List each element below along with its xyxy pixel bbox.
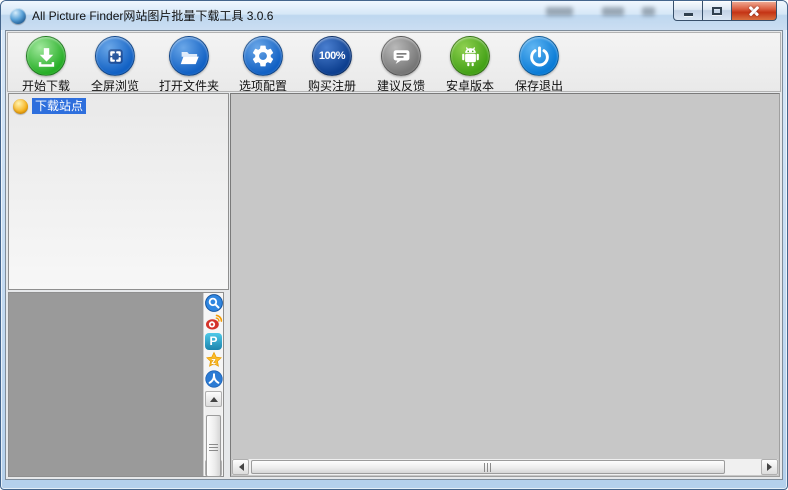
- pengyou-icon[interactable]: P: [205, 332, 223, 350]
- client-area: 开始下载 全屏浏览 打开文件夹: [5, 30, 783, 480]
- toolbar-button-android-version[interactable]: 安卓版本: [438, 36, 502, 94]
- scroll-left-button[interactable]: [232, 459, 249, 475]
- minimize-button[interactable]: [673, 1, 703, 21]
- renren-icon[interactable]: [205, 370, 223, 388]
- toolbar-button-label: 全屏浏览: [91, 77, 139, 94]
- gear-icon: [243, 36, 283, 76]
- vertical-scrollbar-track[interactable]: [205, 407, 222, 460]
- blurred-artifact: [642, 7, 655, 16]
- maximize-icon: [712, 7, 722, 15]
- toolbar-button-feedback[interactable]: 建议反馈: [369, 36, 433, 94]
- percent-badge-text: 100%: [319, 50, 345, 62]
- search-icon[interactable]: [205, 294, 223, 312]
- window-title: All Picture Finder网站图片批量下载工具 3.0.6: [32, 7, 273, 24]
- preview-canvas: [9, 293, 203, 476]
- weibo-icon[interactable]: [205, 313, 223, 331]
- vertical-scrollbar[interactable]: [205, 391, 222, 476]
- fullscreen-icon: [95, 36, 135, 76]
- app-window: All Picture Finder网站图片批量下载工具 3.0.6: [0, 0, 788, 490]
- horizontal-scrollbar-track[interactable]: [250, 459, 760, 475]
- toolbar-button-label: 打开文件夹: [159, 77, 219, 94]
- social-icon-strip: P z: [203, 293, 223, 476]
- site-tree-panel: 下载站点: [8, 93, 229, 290]
- close-icon: [748, 5, 761, 16]
- toolbar-button-fullscreen-browse[interactable]: 全屏浏览: [83, 36, 147, 94]
- preview-panel: P z: [8, 292, 224, 477]
- toolbar-button-label: 开始下载: [22, 77, 70, 94]
- qzone-icon-letter: z: [211, 356, 216, 366]
- toolbar-button-label: 购买注册: [308, 77, 356, 94]
- toolbar-button-options[interactable]: 选项配置: [231, 36, 295, 94]
- android-icon: [450, 36, 490, 76]
- scroll-up-button[interactable]: [205, 391, 222, 407]
- download-icon: [26, 36, 66, 76]
- browser-viewport: [230, 93, 780, 477]
- maximize-button[interactable]: [702, 1, 732, 21]
- scroll-right-button[interactable]: [761, 459, 778, 475]
- minimize-icon: [684, 13, 693, 16]
- tree-item-label: 下载站点: [32, 98, 86, 114]
- close-button[interactable]: [731, 1, 777, 21]
- toolbar-button-label: 安卓版本: [446, 77, 494, 94]
- pengyou-icon-background: P: [205, 333, 222, 350]
- toolbar-button-open-folder[interactable]: 打开文件夹: [152, 36, 226, 94]
- toolbar: 开始下载 全屏浏览 打开文件夹: [7, 32, 781, 92]
- app-icon: [10, 8, 26, 24]
- tree-item-download-sites[interactable]: 下载站点: [13, 98, 228, 114]
- qzone-icon[interactable]: z: [205, 351, 223, 369]
- pengyou-icon-letter: P: [209, 334, 217, 348]
- toolbar-button-label: 选项配置: [239, 77, 287, 94]
- blurred-artifact: [546, 7, 573, 16]
- horizontal-scrollbar[interactable]: [232, 459, 778, 475]
- open-folder-icon: [169, 36, 209, 76]
- toolbar-button-start-download[interactable]: 开始下载: [14, 36, 78, 94]
- toolbar-button-label: 建议反馈: [377, 77, 425, 94]
- toolbar-button-save-exit[interactable]: 保存退出: [507, 36, 571, 94]
- horizontal-scrollbar-thumb[interactable]: [251, 460, 725, 474]
- feedback-bubble-icon: [381, 36, 421, 76]
- vertical-scrollbar-thumb[interactable]: [206, 415, 221, 477]
- yellow-ball-icon: [13, 99, 28, 114]
- titlebar: All Picture Finder网站图片批量下载工具 3.0.6: [1, 1, 787, 30]
- toolbar-button-buy-register[interactable]: 100% 购买注册: [300, 36, 364, 94]
- power-icon: [519, 36, 559, 76]
- toolbar-button-label: 保存退出: [515, 77, 563, 94]
- blurred-artifact: [602, 7, 624, 16]
- window-controls: [674, 1, 777, 21]
- percent-badge-icon: 100%: [312, 36, 352, 76]
